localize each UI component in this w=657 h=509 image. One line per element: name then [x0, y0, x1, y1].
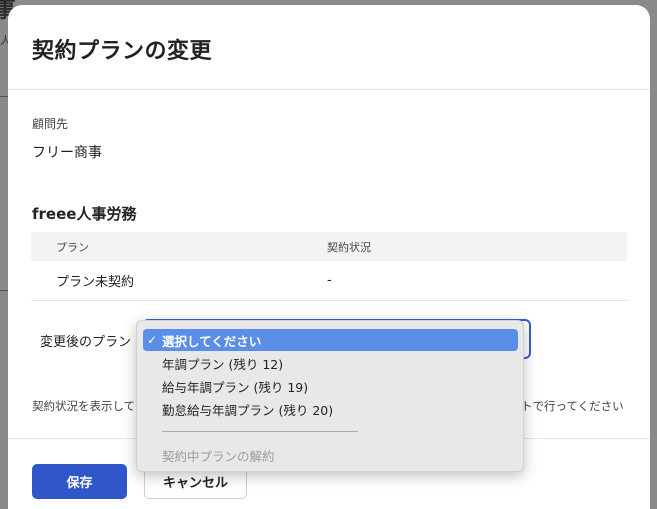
- header-divider: [8, 89, 650, 90]
- client-label: 顧問先: [32, 117, 69, 131]
- option-label: 勤怠給与年調プラン (残り 20): [162, 402, 334, 418]
- cell-plan: プラン未契約: [56, 275, 135, 290]
- save-button[interactable]: 保存: [32, 464, 127, 499]
- option-select-prompt[interactable]: ✓ 選択してください: [143, 329, 518, 351]
- table-row: プラン未契約 -: [31, 261, 627, 301]
- plan-dropdown-menu: ✓ 選択してください 年調プラン (残り 12) 給与年調プラン (残り 19)…: [136, 320, 524, 472]
- plan-table: プラン 契約状況 プラン未契約 -: [31, 232, 627, 301]
- checkmark-icon: ✓: [147, 333, 158, 347]
- option-kyuyo-nencho-plan[interactable]: 給与年調プラン (残り 19): [143, 375, 518, 397]
- option-nencho-plan[interactable]: 年調プラン (残り 12): [143, 352, 518, 374]
- option-cancel-contract: 契約中プランの解約: [143, 444, 518, 466]
- cell-status: -: [327, 273, 332, 288]
- option-kintai-kyuyo-nencho-plan[interactable]: 勤怠給与年調プラン (残り 20): [143, 398, 518, 420]
- client-name: フリー商事: [32, 145, 102, 161]
- option-label: 年調プラン (残り 12): [162, 356, 284, 372]
- option-label: 選択してください: [162, 333, 262, 349]
- header-status: 契約状況: [327, 240, 371, 254]
- after-plan-label: 変更後のプラン: [40, 335, 132, 350]
- service-title: freee人事労務: [32, 205, 137, 223]
- note-text-right: トで行ってください: [521, 399, 624, 413]
- option-label: 契約中プランの解約: [162, 448, 275, 464]
- modal-title: 契約プランの変更: [32, 39, 213, 64]
- option-label: 給与年調プラン (残り 19): [162, 379, 309, 395]
- table-header: プラン 契約状況: [31, 232, 627, 261]
- header-plan: プラン: [56, 240, 89, 254]
- note-text-left: 契約状況を表示して: [32, 399, 136, 413]
- option-separator: [162, 431, 358, 432]
